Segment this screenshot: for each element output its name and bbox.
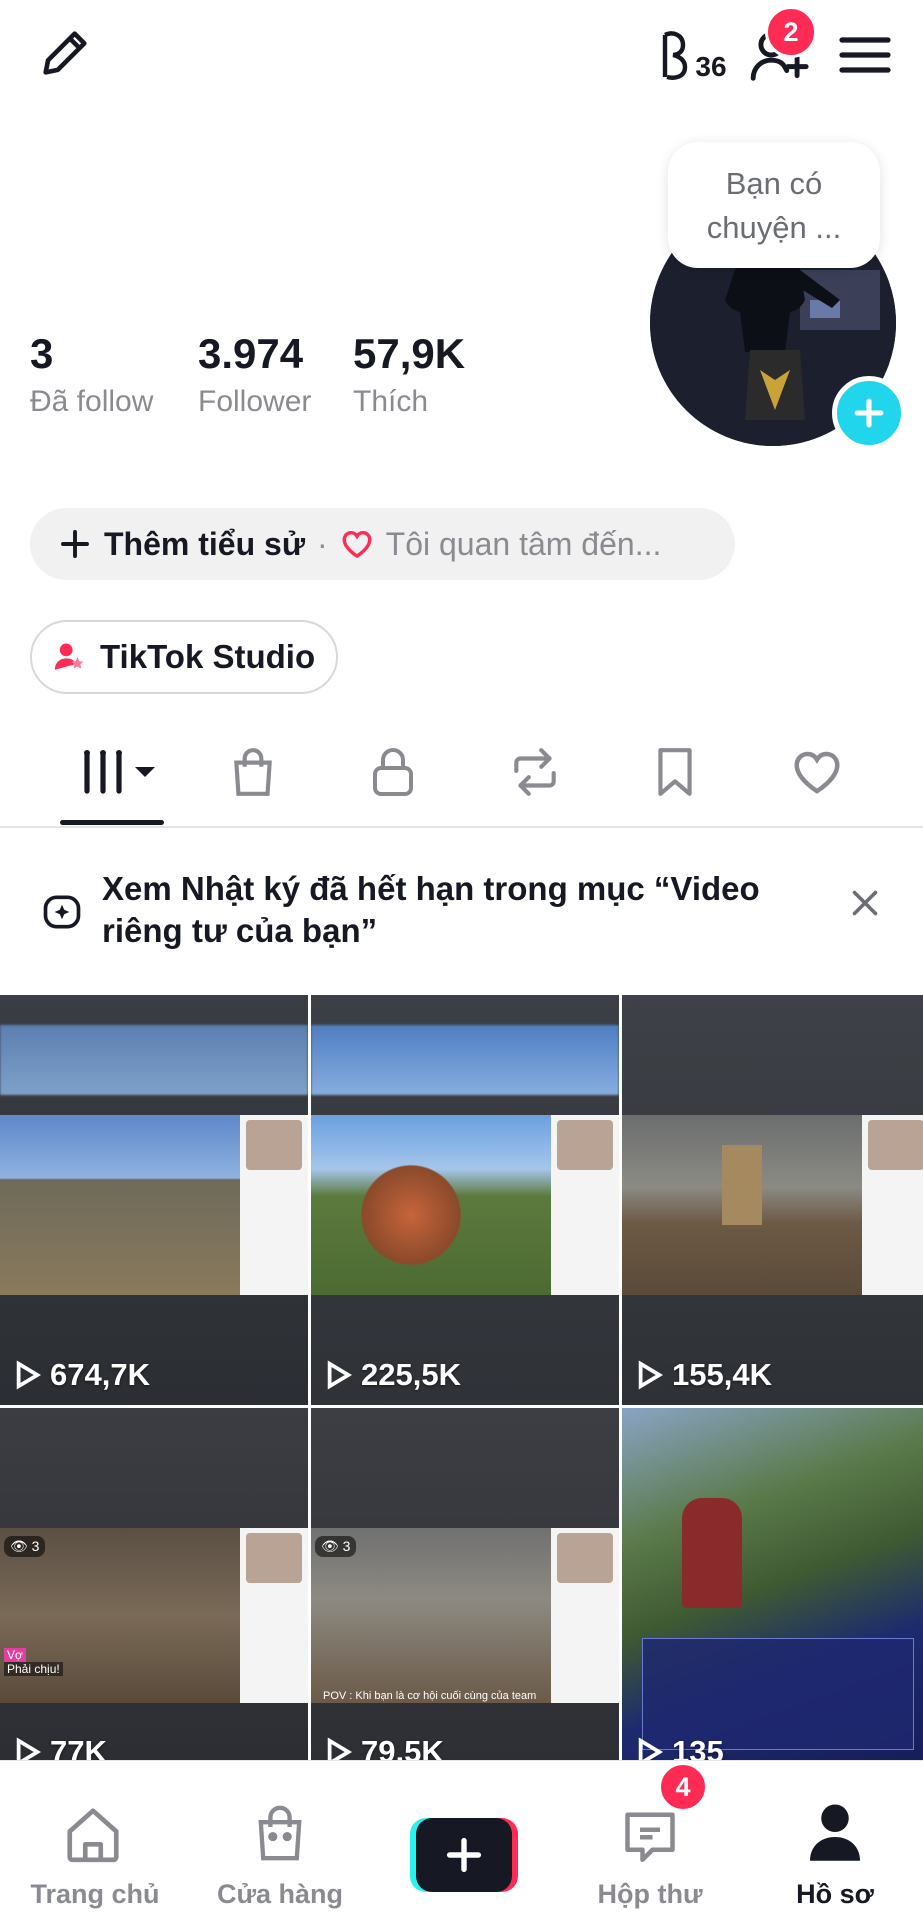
following-label: Đã follow (30, 385, 154, 418)
bookmark-icon (658, 748, 692, 796)
shopping-bag-icon (258, 1805, 302, 1861)
shopping-bag-icon (234, 748, 272, 796)
bio-separator: · (316, 525, 328, 562)
nav-inbox[interactable]: Hộp thư (555, 1761, 745, 1921)
view-count: 674,7K (14, 1357, 150, 1393)
plus-icon (854, 398, 884, 428)
inbox-icon (625, 1812, 675, 1862)
lock-icon (373, 748, 413, 796)
likes-stat[interactable]: 57,9K Thích (353, 330, 465, 422)
following-count: 3 (30, 330, 54, 377)
inbox-badge: 4 (658, 1762, 708, 1812)
video-tile[interactable]: 👁 3 POV : Khi bạn là cơ hội cuối cùng củ… (311, 1408, 619, 1760)
sparkle-icon (43, 895, 81, 929)
notice-text: Xem Nhật ký đã hết hạn trong mục “Video … (102, 870, 760, 949)
nav-home[interactable]: Trang chủ (0, 1761, 190, 1921)
plus-icon (446, 1837, 482, 1873)
studio-icon (54, 643, 84, 670)
chat-overlay: Vợ Phải chịu! (4, 1648, 63, 1676)
add-bio-label: Thêm tiểu sử (104, 525, 305, 562)
nav-profile-label: Hồ sơ (796, 1879, 874, 1909)
view-count: 155,4K (636, 1357, 772, 1393)
video-tile[interactable]: 👁 3 Vợ Phải chịu! 77K (0, 1408, 308, 1760)
play-icon (16, 1737, 42, 1760)
note-bubble[interactable]: Bạn có chuyện ... (668, 142, 880, 268)
likes-count: 57,9K (353, 330, 466, 377)
tab-liked[interactable] (772, 740, 862, 804)
active-tab-indicator (60, 820, 164, 825)
friend-request-badge: 2 (765, 6, 817, 58)
video-tile[interactable]: 225,5K (311, 995, 619, 1405)
close-icon (852, 890, 878, 916)
tiktok-studio-button[interactable]: TikTok Studio (30, 620, 338, 694)
video-caption-overlay: POV : Khi bạn là cơ hội cuối cùng của te… (323, 1690, 537, 1702)
edit-profile-button[interactable] (30, 18, 100, 88)
view-count: 79,5K (325, 1734, 444, 1760)
view-count: 225,5K (325, 1357, 461, 1393)
streak-button[interactable]: 36 (652, 20, 732, 90)
interests-label: Tôi quan tâm đến... (385, 525, 662, 562)
heart-icon (794, 751, 840, 794)
video-tile[interactable]: 674,7K (0, 995, 308, 1405)
create-button[interactable] (410, 1818, 518, 1892)
tab-shop[interactable] (208, 740, 298, 804)
heart-icon (342, 530, 372, 559)
video-tile[interactable]: 155,4K (622, 995, 923, 1405)
likes-label: Thích (353, 385, 429, 418)
viewer-count-overlay: 👁 3 (4, 1536, 46, 1557)
note-text-line1: Bạn có (725, 166, 823, 201)
streak-icon (663, 31, 688, 80)
home-icon (67, 1808, 119, 1863)
nav-inbox-label: Hộp thư (597, 1879, 703, 1909)
menu-button[interactable] (832, 20, 898, 90)
bio-pill: Thêm tiểu sử · Tôi quan tâm đến... (30, 508, 735, 580)
streak-count: 36 (695, 51, 727, 82)
play-icon (16, 1360, 42, 1390)
close-notice-button[interactable] (850, 888, 890, 928)
add-avatar-button[interactable] (832, 376, 906, 450)
viewer-count-overlay: 👁 3 (315, 1536, 357, 1557)
tiktok-studio-label: TikTok Studio (100, 638, 316, 675)
pencil-icon (43, 31, 87, 75)
tab-private[interactable] (348, 740, 438, 804)
play-icon (327, 1360, 353, 1390)
nav-shop[interactable]: Cửa hàng (185, 1761, 375, 1921)
play-icon (327, 1737, 353, 1760)
nav-shop-label: Cửa hàng (216, 1879, 344, 1909)
followers-stat[interactable]: 3.974 Follower (198, 330, 311, 422)
add-bio-button[interactable]: Thêm tiểu sử (60, 526, 305, 563)
plus-icon (61, 530, 89, 558)
tab-videos[interactable] (68, 740, 168, 804)
nav-home-label: Trang chủ (30, 1879, 160, 1909)
followers-count: 3.974 (198, 330, 304, 377)
video-tile[interactable]: 135 (622, 1408, 923, 1760)
grid-icon (84, 750, 155, 794)
play-icon (638, 1360, 664, 1390)
note-text-line2: chuyện ... (706, 210, 842, 245)
profile-icon (810, 1804, 860, 1861)
followers-label: Follower (198, 385, 312, 418)
tab-favorites[interactable] (630, 740, 720, 804)
repost-icon (514, 748, 556, 796)
view-count: 77K (14, 1734, 107, 1760)
expired-diary-notice[interactable]: Xem Nhật ký đã hết hạn trong mục “Video … (0, 830, 923, 995)
tab-divider (0, 826, 923, 828)
interests-button[interactable]: Tôi quan tâm đến... (340, 525, 662, 563)
tab-reposts[interactable] (490, 740, 580, 804)
view-count: 135 (636, 1734, 724, 1760)
profile-name-blurred (30, 168, 480, 228)
hamburger-icon (839, 37, 891, 73)
nav-profile[interactable]: Hồ sơ (740, 1761, 923, 1921)
play-icon (638, 1737, 664, 1760)
following-stat[interactable]: 3 Đã follow (30, 330, 153, 422)
